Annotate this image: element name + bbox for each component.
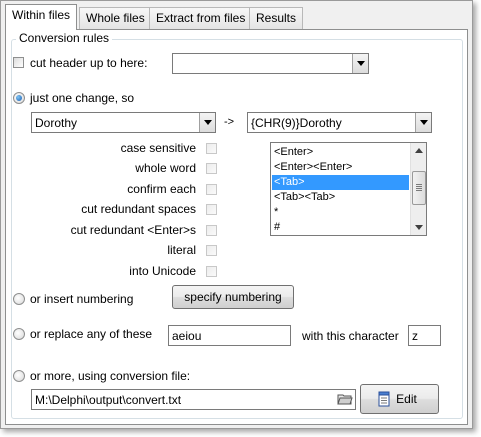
conversion-file-radio[interactable] — [13, 370, 25, 382]
replace-arrow-label: -> — [224, 116, 235, 128]
one-change-radio[interactable] — [13, 92, 25, 104]
tab-extract-from-files[interactable]: Extract from files — [149, 7, 253, 29]
edit-button[interactable]: Edit — [360, 384, 439, 414]
tab-label: Results — [256, 11, 297, 25]
literal-checkbox[interactable] — [206, 245, 217, 256]
notepad-icon — [377, 391, 391, 407]
whole-word-label: whole word — [135, 161, 196, 175]
case-sensitive-checkbox[interactable] — [206, 143, 217, 154]
list-item[interactable]: * — [272, 205, 409, 220]
replace-combo[interactable]: {CHR(9)}Dorothy — [247, 112, 432, 133]
whole-word-checkbox[interactable] — [206, 163, 217, 174]
literal-label: literal — [167, 243, 196, 257]
cut-redundant-enters-checkbox[interactable] — [206, 225, 217, 236]
one-change-label: just one change, so — [30, 91, 135, 105]
list-item[interactable]: <Enter> — [272, 145, 409, 160]
with-character-label: with this character — [302, 329, 399, 343]
into-unicode-checkbox[interactable] — [206, 266, 217, 277]
chevron-down-icon[interactable] — [199, 113, 215, 132]
scroll-up-icon[interactable] — [412, 144, 426, 158]
replace-any-radio[interactable] — [13, 328, 25, 340]
cut-redundant-spaces-label: cut redundant spaces — [81, 202, 196, 216]
tab-panel-within-files: Conversion rules cut header up to here: … — [5, 29, 468, 425]
find-combo[interactable]: Dorothy — [31, 112, 216, 133]
into-unicode-label: into Unicode — [129, 264, 196, 278]
special-characters-list[interactable]: <Enter> <Enter><Enter> <Tab> <Tab><Tab> … — [270, 142, 427, 236]
confirm-each-label: confirm each — [127, 182, 196, 196]
specify-numbering-button[interactable]: specify numbering — [172, 285, 294, 309]
list-scrollbar[interactable] — [410, 143, 426, 235]
list-item[interactable]: <Tab><Tab> — [272, 190, 409, 205]
tab-label: Extract from files — [156, 11, 246, 25]
conversion-file-path-input[interactable]: M:\Delphi\output\convert.txt — [31, 389, 356, 410]
replacement-char-value: z — [412, 329, 418, 343]
insert-numbering-label: or insert numbering — [30, 292, 134, 306]
specify-numbering-label: specify numbering — [184, 290, 282, 304]
replace-chars-value: aeiou — [172, 329, 202, 343]
list-item-selected[interactable]: <Tab> — [272, 175, 409, 190]
chevron-down-icon[interactable] — [352, 54, 368, 73]
conversion-file-path: M:\Delphi\output\convert.txt — [35, 393, 182, 407]
tab-results[interactable]: Results — [249, 7, 304, 29]
confirm-each-checkbox[interactable] — [206, 184, 217, 195]
scroll-thumb[interactable] — [412, 171, 426, 205]
replace-value: {CHR(9)}Dorothy — [251, 116, 342, 130]
group-title: Conversion rules — [16, 31, 113, 45]
radio-selected-dot — [16, 95, 22, 101]
find-value: Dorothy — [35, 116, 78, 130]
case-sensitive-label: case sensitive — [120, 141, 196, 155]
chevron-down-icon[interactable] — [415, 113, 431, 132]
conversion-file-label: or more, using conversion file: — [30, 369, 191, 383]
list-item[interactable]: # — [272, 220, 409, 235]
tab-label: Within files — [12, 8, 71, 22]
cut-header-checkbox[interactable] — [13, 57, 24, 68]
tab-label: Whole files — [86, 11, 145, 25]
insert-numbering-radio[interactable] — [13, 293, 25, 305]
tab-within-files[interactable]: Within files — [5, 4, 78, 30]
replace-any-label: or replace any of these — [30, 327, 153, 341]
cut-header-combo[interactable] — [172, 53, 369, 74]
replace-chars-input[interactable]: aeiou — [168, 325, 291, 346]
tab-whole-files[interactable]: Whole files — [79, 7, 152, 29]
dialog-window: Within files Whole files Extract from fi… — [0, 0, 473, 429]
list-item[interactable]: <Enter><Enter> — [272, 160, 409, 175]
cut-header-label: cut header up to here: — [30, 56, 148, 70]
folder-open-icon[interactable] — [337, 391, 353, 407]
cut-redundant-spaces-checkbox[interactable] — [206, 204, 217, 215]
edit-button-label: Edit — [396, 392, 417, 406]
cut-redundant-enters-label: cut redundant <Enter>s — [70, 223, 196, 237]
scroll-down-icon[interactable] — [412, 220, 426, 234]
replacement-char-input[interactable]: z — [408, 325, 441, 346]
